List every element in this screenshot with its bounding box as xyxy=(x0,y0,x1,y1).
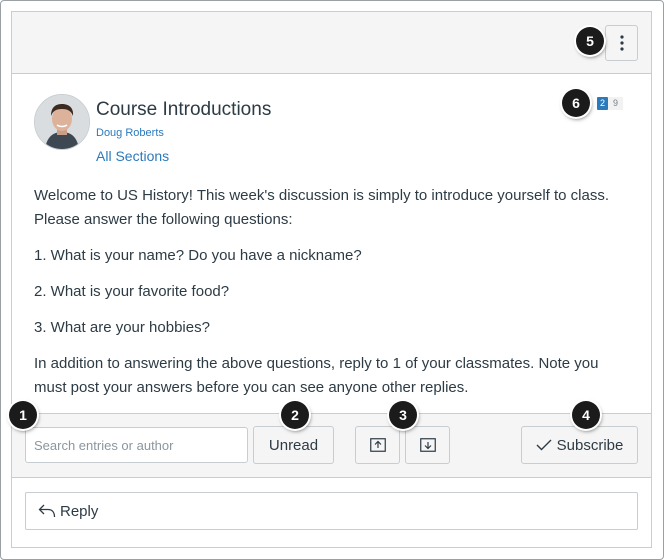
arrow-down-box-icon xyxy=(419,438,436,452)
reply-button[interactable]: Reply xyxy=(25,492,638,530)
author-avatar[interactable] xyxy=(34,94,90,150)
arrow-up-box-icon xyxy=(369,438,386,452)
total-count: 9 xyxy=(608,97,624,110)
reply-label: Reply xyxy=(60,502,99,520)
checkmark-icon xyxy=(536,439,552,451)
callout-marker: 5 xyxy=(576,27,604,55)
collapse-replies-button[interactable] xyxy=(355,426,400,464)
unread-filter-button[interactable]: Unread xyxy=(253,426,334,464)
search-entries-input[interactable] xyxy=(25,427,248,463)
sections-link[interactable]: All Sections xyxy=(96,148,169,164)
unread-count: 2 xyxy=(597,97,609,110)
callout-marker: 6 xyxy=(562,89,590,117)
expand-replies-button[interactable] xyxy=(405,426,450,464)
author-name[interactable]: Doug Roberts xyxy=(96,127,164,139)
reply-arrow-icon xyxy=(38,504,56,518)
message-paragraph: 2. What is your favorite food? xyxy=(34,283,230,300)
message-paragraph: 1. What is your name? Do you have a nick… xyxy=(34,247,362,264)
reply-count-badge: 2 9 xyxy=(597,97,624,110)
topic-title: Course Introductions xyxy=(96,99,272,120)
message-paragraph: Welcome to US History! This week's discu… xyxy=(34,187,610,228)
callout-marker: 4 xyxy=(572,401,600,429)
subscribe-label: Subscribe xyxy=(556,436,624,454)
callout-marker: 3 xyxy=(389,401,417,429)
discussion-header-bar xyxy=(11,11,652,73)
message-paragraph: In addition to answering the above quest… xyxy=(34,355,599,396)
vertical-ellipsis-icon xyxy=(619,35,624,51)
subscribe-button[interactable]: Subscribe xyxy=(521,426,638,464)
callout-marker: 1 xyxy=(9,401,37,429)
topic-message: Welcome to US History! This week's discu… xyxy=(34,184,634,412)
options-menu-button[interactable] xyxy=(605,25,638,61)
message-paragraph: 3. What are your hobbies? xyxy=(34,319,210,336)
callout-marker: 2 xyxy=(281,401,309,429)
